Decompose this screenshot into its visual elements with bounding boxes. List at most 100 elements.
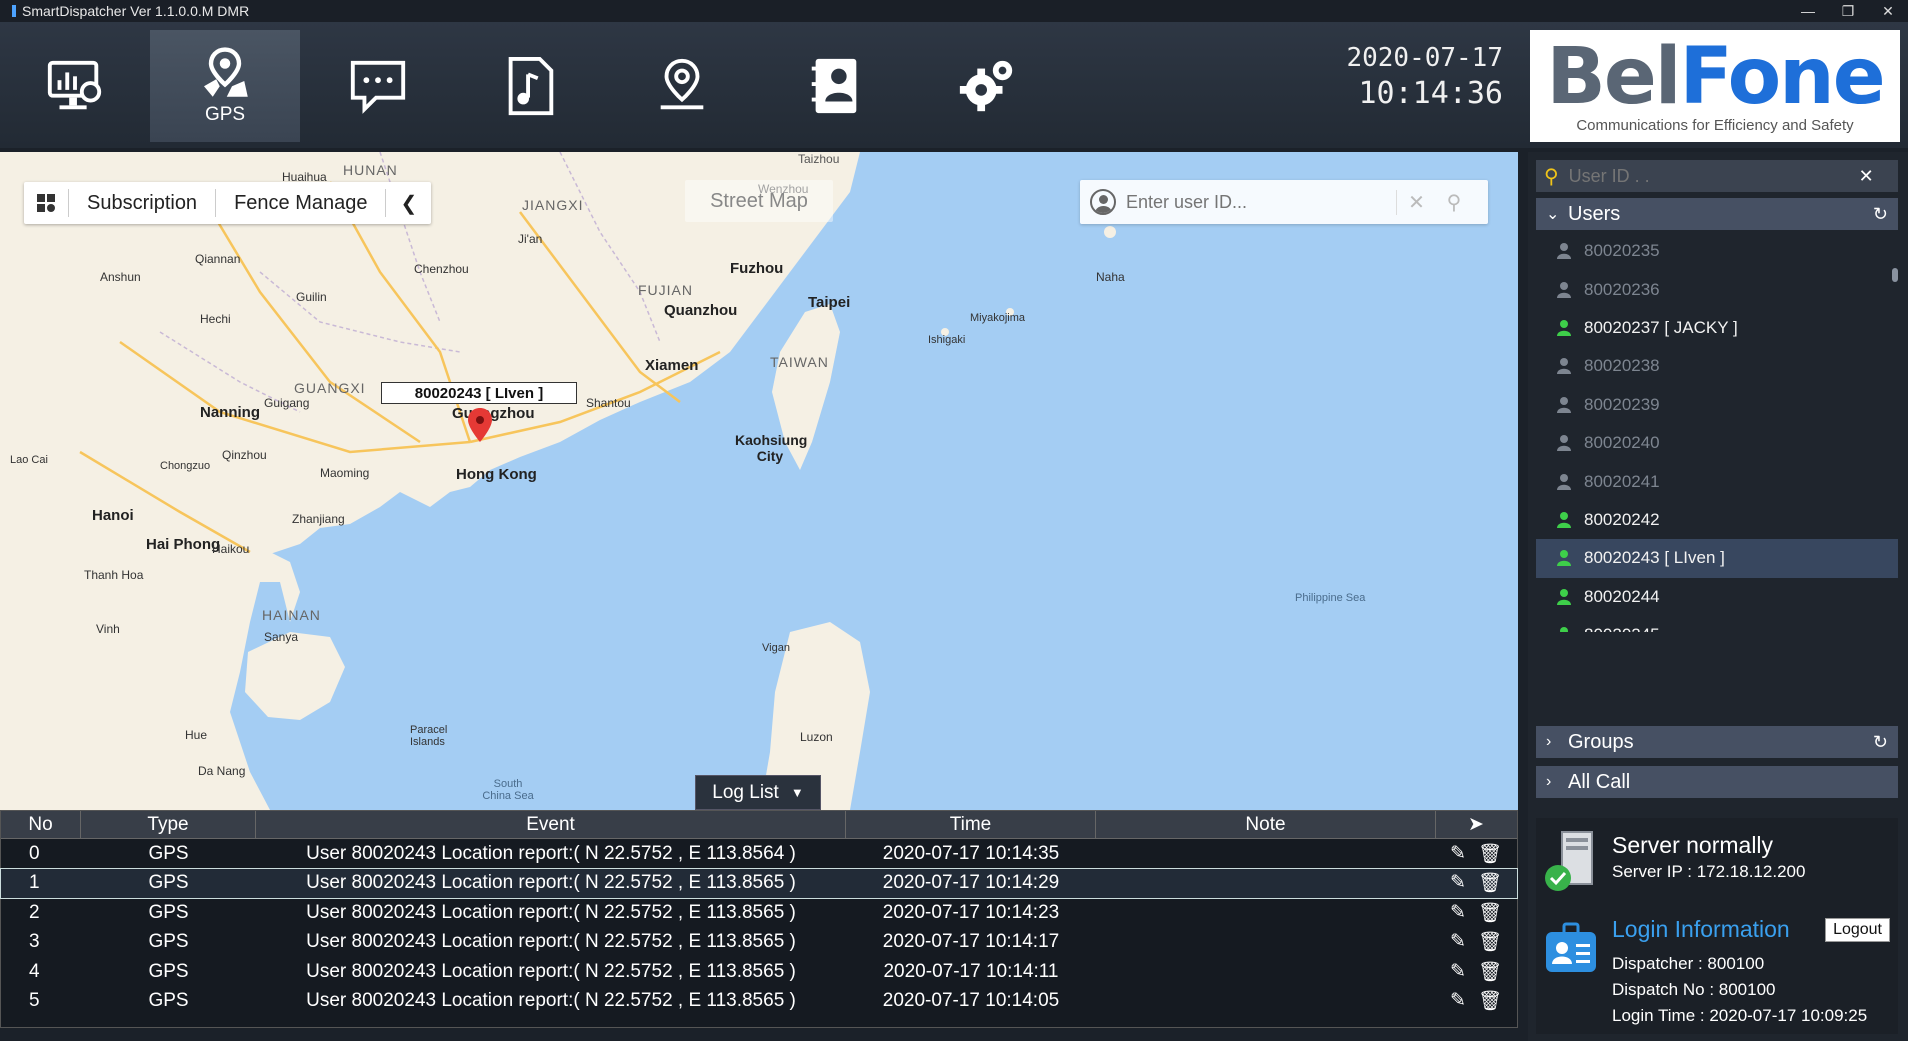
edit-icon[interactable]: ✎ (1450, 842, 1466, 866)
belfone-logo: BelFone Communications for Efficiency an… (1530, 30, 1900, 142)
user-item[interactable]: 80020242 (1536, 501, 1898, 539)
log-actions: ✎ 🗑 (1436, 989, 1516, 1013)
user-id-search-input[interactable] (1568, 165, 1859, 187)
street-map-toggle[interactable]: Street Map (685, 180, 833, 222)
restore-button[interactable]: ❐ (1828, 0, 1868, 22)
label-vigan: Vigan (762, 642, 790, 654)
edit-icon[interactable]: ✎ (1450, 871, 1466, 895)
clear-log-button[interactable]: ➤ (1436, 811, 1516, 839)
edit-icon[interactable]: ✎ (1450, 989, 1466, 1013)
label-hanoi: Hanoi (92, 507, 134, 524)
col-note[interactable]: Note (1096, 810, 1436, 839)
label-haiphong: Hai Phong (146, 536, 221, 553)
user-item[interactable]: 80020238 (1536, 347, 1898, 385)
broom-icon: ➤ (1468, 814, 1484, 835)
user-label: 80020239 (1584, 394, 1660, 414)
recording-tab[interactable] (455, 30, 605, 142)
refresh-users-icon[interactable]: ↻ (1873, 204, 1888, 225)
location-tab[interactable] (607, 30, 757, 142)
edit-icon[interactable]: ✎ (1450, 960, 1466, 984)
user-item[interactable]: 80020239 (1536, 386, 1898, 424)
col-time[interactable]: Time (846, 810, 1096, 839)
user-item[interactable]: 80020244 (1536, 578, 1898, 616)
delete-icon[interactable]: 🗑 (1478, 989, 1502, 1013)
gps-tab-label: GPS (204, 104, 246, 125)
user-item[interactable]: 80020237 [ JACKY ] (1536, 309, 1898, 347)
logo-fone: Fone (1679, 31, 1885, 122)
user-item[interactable]: 80020240 (1536, 424, 1898, 462)
contacts-tab[interactable] (760, 30, 910, 142)
delete-icon[interactable]: 🗑 (1478, 960, 1502, 984)
log-row[interactable]: 5 GPS User 80020243 Location report:( N 22… (1, 987, 1517, 1017)
log-row[interactable]: 1 GPS User 80020243 Location report:( N 22… (0, 867, 1518, 899)
user-icon (1557, 319, 1571, 336)
user-item[interactable]: 80020243 [ LIven ]▣ (1536, 539, 1898, 578)
subscription-button[interactable]: Subscription (69, 189, 217, 217)
label-guangzhou: Guangzhou (452, 405, 535, 422)
users-scrollbar[interactable] (1892, 268, 1898, 282)
music-file-icon (508, 56, 554, 116)
minimize-button[interactable]: — (1788, 0, 1828, 22)
col-no[interactable]: No (1, 810, 81, 839)
edit-icon[interactable]: ✎ (1450, 930, 1466, 954)
user-item[interactable]: 80020245 (1536, 616, 1898, 632)
user-icon (1557, 550, 1571, 567)
log-row[interactable]: 0 GPS User 80020243 Location report:( N 22… (1, 839, 1517, 869)
log-list-label: Log List (712, 781, 779, 803)
user-label: 80020240 (1584, 433, 1660, 453)
refresh-groups-icon[interactable]: ↻ (1873, 732, 1888, 753)
log-row[interactable]: 4 GPS User 80020243 Location report:( N 22… (1, 957, 1517, 987)
log-actions: ✎ 🗑 (1436, 842, 1516, 866)
label-fujian: FUJIAN (638, 282, 693, 298)
users-section-header[interactable]: ⌄ Users ↻ (1536, 198, 1898, 230)
logout-button[interactable]: Logout (1825, 918, 1890, 942)
settings-tab[interactable] (912, 30, 1062, 142)
user-id-search: ⚲ ✕ (1536, 160, 1898, 192)
map-user-search: ✕ ⚲ (1080, 180, 1488, 224)
message-tab[interactable] (303, 30, 453, 142)
log-actions: ✎ 🗑 (1436, 901, 1516, 925)
user-item[interactable]: 80020235 (1536, 232, 1898, 270)
gps-marker-pin-icon[interactable] (468, 408, 492, 442)
window-title: SmartDispatcher Ver 1.1.0.0.M DMR (22, 3, 250, 19)
user-item[interactable]: 80020241 (1536, 462, 1898, 500)
all-call-section-header[interactable]: › All Call (1536, 766, 1898, 798)
log-no: 0 (29, 842, 40, 864)
log-table: No Type Event Time Note ➤ 0 GPS User 80020… (0, 810, 1518, 1028)
map-user-search-input[interactable] (1126, 191, 1396, 213)
server-ok-icon (1545, 831, 1593, 891)
gps-tab[interactable]: GPS (150, 30, 300, 142)
delete-icon[interactable]: 🗑 (1478, 842, 1502, 866)
clear-icon[interactable]: ✕ (1396, 189, 1436, 215)
label-hongkong: Hong Kong (456, 466, 537, 483)
log-row[interactable]: 3 GPS User 80020243 Location report:( N 22… (1, 928, 1517, 958)
delete-icon[interactable]: 🗑 (1478, 930, 1502, 954)
groups-section-header[interactable]: › Groups ↻ (1536, 726, 1898, 758)
delete-icon[interactable]: 🗑 (1478, 901, 1502, 925)
layers-button[interactable] (24, 189, 69, 217)
col-type[interactable]: Type (81, 810, 256, 839)
col-event[interactable]: Event (256, 810, 846, 839)
login-info-icon (1546, 922, 1596, 972)
search-icon[interactable]: ⚲ (1436, 190, 1472, 215)
gps-marker-label: 80020243 [ LIven ] (381, 382, 577, 404)
label-kaohsiung: Kaohsiung City (735, 432, 808, 464)
fence-manage-button[interactable]: Fence Manage (216, 189, 387, 217)
label-jiangxi: JIANGXI (522, 197, 584, 213)
location-pin-icon (660, 58, 704, 110)
edit-icon[interactable]: ✎ (1450, 901, 1466, 925)
delete-icon[interactable]: 🗑 (1478, 871, 1502, 895)
monitor-tab[interactable] (0, 30, 150, 142)
log-list-toggle[interactable]: Log List ▼ (695, 775, 821, 810)
map-view[interactable]: HUNAN JIANGXI FUJIAN GUANGXI TAIWAN HAIN… (0, 152, 1518, 810)
clear-search-icon[interactable]: ✕ (1859, 166, 1874, 187)
log-row[interactable]: 2 GPS User 80020243 Location report:( N 22… (1, 898, 1517, 928)
chevron-right-icon: › (1546, 773, 1552, 790)
close-button[interactable]: ✕ (1868, 0, 1908, 22)
collapse-toolbar-button[interactable]: ❮ (386, 189, 431, 217)
user-label: 80020241 (1584, 471, 1660, 491)
server-ip: Server IP : 172.18.12.200 (1612, 862, 1806, 881)
user-item[interactable]: 80020236 (1536, 270, 1898, 308)
log-event: User 80020243 Location report:( N 22.575… (306, 842, 796, 864)
gears-icon (959, 60, 1013, 112)
